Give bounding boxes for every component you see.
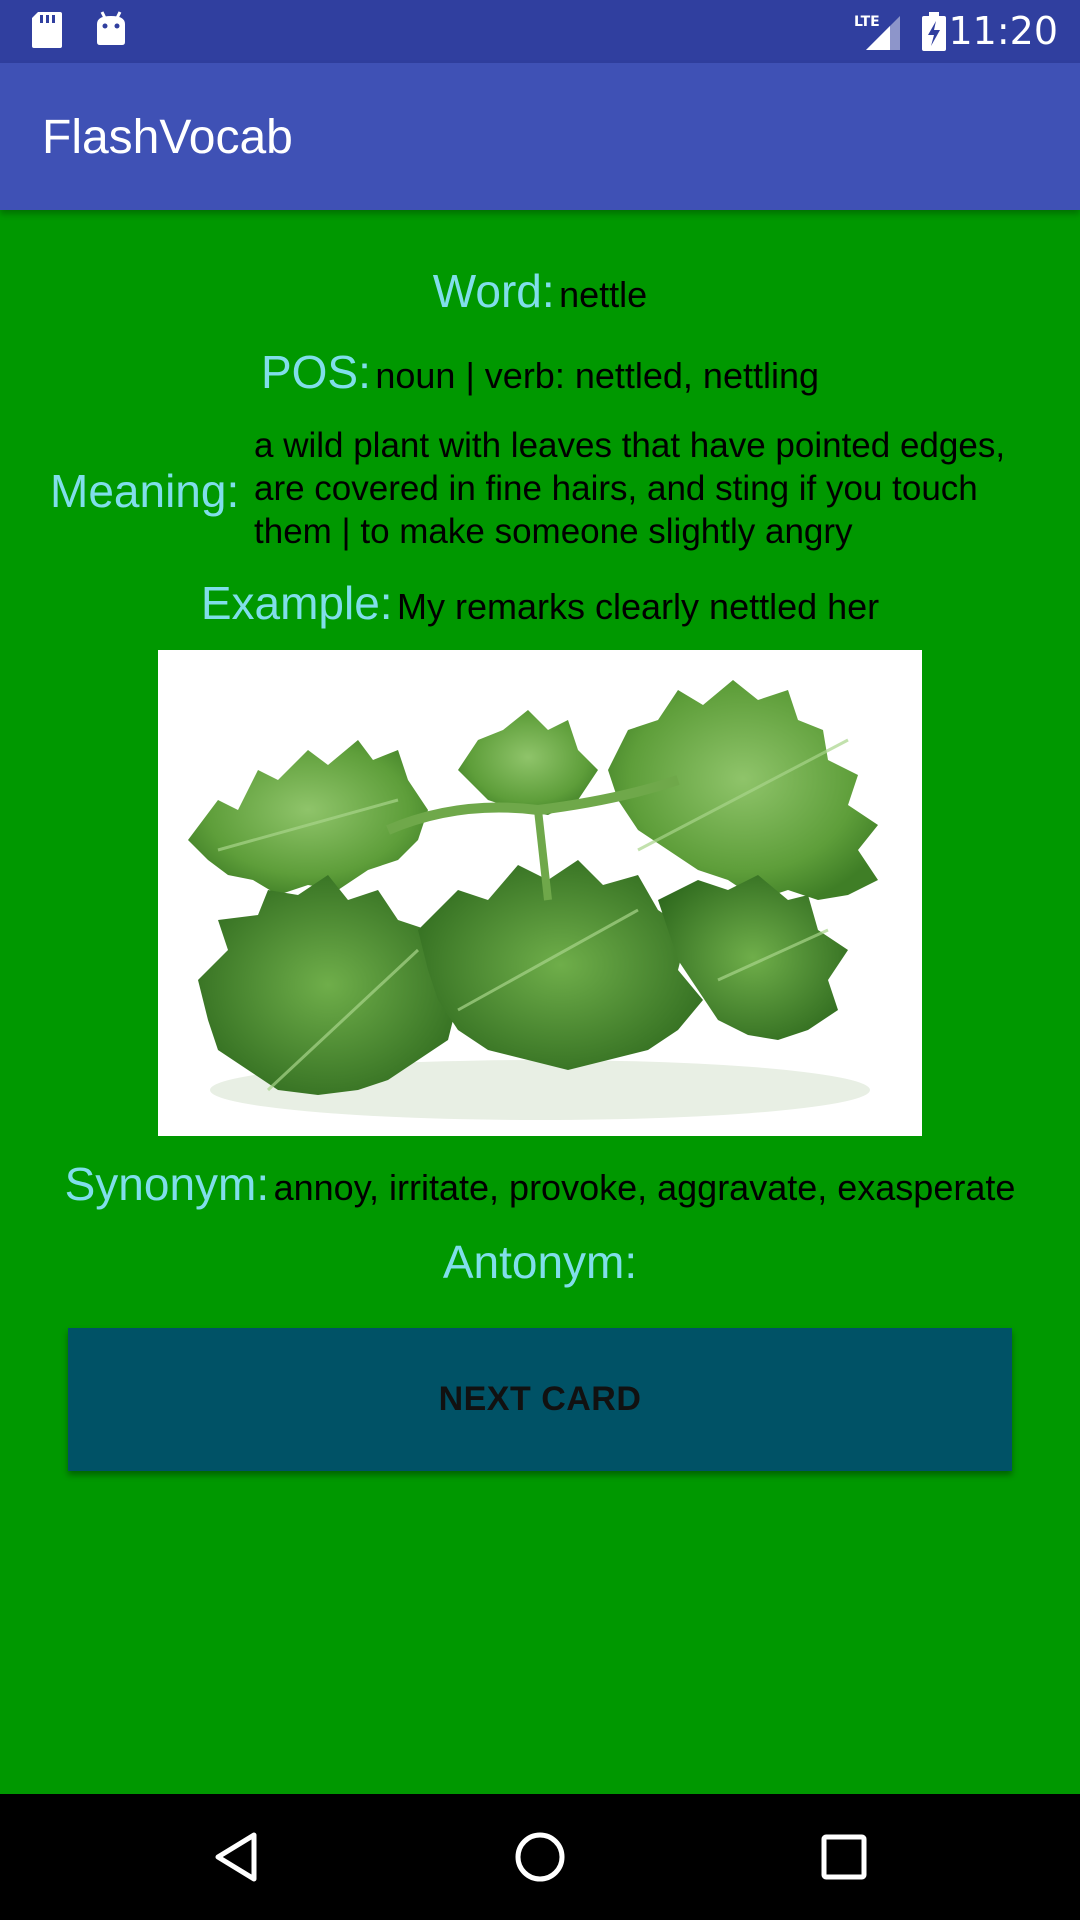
synonym-label: Synonym:: [64, 1158, 270, 1210]
screen: LTE 11:20 FlashVocab Word: nettle POS: n…: [0, 0, 1080, 1920]
synonym-value: annoy, irritate, provoke, aggravate, exa…: [273, 1167, 1016, 1208]
example-label: Example:: [200, 577, 393, 629]
example-value: My remarks clearly nettled her: [397, 586, 880, 627]
network-type-label: LTE: [854, 14, 880, 30]
battery-charging-icon: [920, 12, 948, 57]
example-row: Example: My remarks clearly nettled her: [0, 576, 1080, 630]
pos-value: noun | verb: nettled, nettling: [375, 355, 820, 396]
meaning-label: Meaning:: [50, 465, 240, 517]
antonym-label: Antonym:: [442, 1236, 638, 1288]
next-card-button[interactable]: NEXT CARD: [68, 1328, 1012, 1471]
sd-card-icon: [30, 10, 64, 55]
recents-icon[interactable]: [804, 1817, 884, 1897]
word-label: Word:: [432, 265, 555, 317]
status-bar: LTE 11:20: [0, 0, 1080, 63]
app-bar: FlashVocab: [0, 63, 1080, 210]
navigation-bar: [0, 1794, 1080, 1920]
synonym-row: Synonym: annoy, irritate, provoke, aggra…: [0, 1157, 1080, 1211]
home-icon[interactable]: [500, 1817, 580, 1897]
android-icon: [94, 10, 128, 53]
meaning-value: a wild plant with leaves that have point…: [254, 426, 1006, 551]
meaning-row: Meaning: a wild plant with leaves that h…: [50, 424, 1040, 554]
pos-label: POS:: [260, 346, 371, 398]
word-image: [158, 650, 922, 1136]
status-time: 11:20: [948, 9, 1058, 53]
back-icon[interactable]: [196, 1817, 276, 1897]
signal-icon: LTE: [852, 12, 902, 57]
antonym-row: Antonym:: [0, 1235, 1080, 1289]
pos-row: POS: noun | verb: nettled, nettling: [0, 345, 1080, 399]
word-value: nettle: [559, 274, 648, 315]
app-title: FlashVocab: [42, 111, 293, 164]
nettle-leaves-image: [188, 680, 878, 1120]
word-row: Word: nettle: [0, 264, 1080, 318]
